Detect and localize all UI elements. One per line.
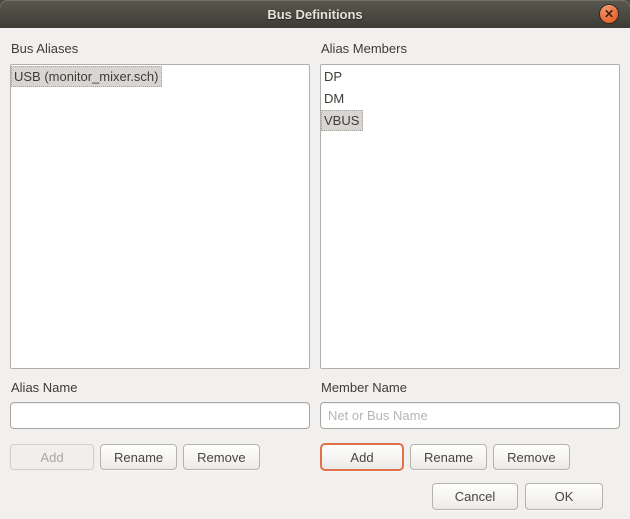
list-item-label: VBUS bbox=[321, 110, 364, 131]
list-item-label: DM bbox=[324, 91, 345, 106]
dialog-footer: Cancel OK bbox=[10, 471, 620, 510]
alias-rename-button[interactable]: Rename bbox=[100, 444, 178, 470]
alias-members-label: Alias Members bbox=[321, 41, 407, 56]
cancel-button[interactable]: Cancel bbox=[432, 483, 518, 510]
bus-aliases-label: Bus Aliases bbox=[11, 41, 79, 56]
list-item-label: DP bbox=[324, 69, 343, 84]
member-rename-button[interactable]: Rename bbox=[410, 444, 488, 470]
list-item-usb[interactable]: USB (monitor_mixer.sch) bbox=[11, 66, 309, 88]
list-item-label: USB (monitor_mixer.sch) bbox=[11, 66, 163, 87]
bus-aliases-list[interactable]: USB (monitor_mixer.sch) bbox=[10, 64, 310, 369]
list-item-vbus[interactable]: VBUS bbox=[321, 110, 619, 132]
member-name-label: Member Name bbox=[321, 380, 407, 395]
alias-button-row: Add Rename Remove bbox=[10, 443, 310, 471]
list-item-dm[interactable]: DM bbox=[321, 88, 619, 110]
member-remove-button[interactable]: Remove bbox=[493, 444, 570, 470]
bus-aliases-panel: Bus Aliases USB (monitor_mixer.sch) Alia… bbox=[10, 28, 310, 471]
alias-name-input[interactable] bbox=[10, 402, 310, 429]
list-item-dp[interactable]: DP bbox=[321, 66, 619, 88]
alias-add-button[interactable]: Add bbox=[10, 444, 94, 470]
alias-name-label: Alias Name bbox=[11, 380, 78, 395]
ok-button[interactable]: OK bbox=[525, 483, 603, 510]
bus-definitions-dialog: Bus Definitions ✕ Bus Aliases USB (monit… bbox=[0, 0, 630, 519]
alias-members-list[interactable]: DP DM VBUS bbox=[320, 64, 620, 369]
dialog-content: Bus Aliases USB (monitor_mixer.sch) Alia… bbox=[0, 28, 630, 510]
member-name-input[interactable] bbox=[320, 402, 620, 429]
titlebar[interactable]: Bus Definitions ✕ bbox=[0, 0, 630, 28]
window-title: Bus Definitions bbox=[267, 6, 363, 22]
close-icon: ✕ bbox=[603, 6, 615, 21]
alias-members-panel: Alias Members DP DM VBUS Member Name Add bbox=[320, 28, 620, 471]
close-button[interactable]: ✕ bbox=[599, 4, 619, 24]
member-add-button[interactable]: Add bbox=[320, 443, 404, 471]
alias-remove-button[interactable]: Remove bbox=[183, 444, 260, 470]
member-button-row: Add Rename Remove bbox=[320, 443, 620, 471]
